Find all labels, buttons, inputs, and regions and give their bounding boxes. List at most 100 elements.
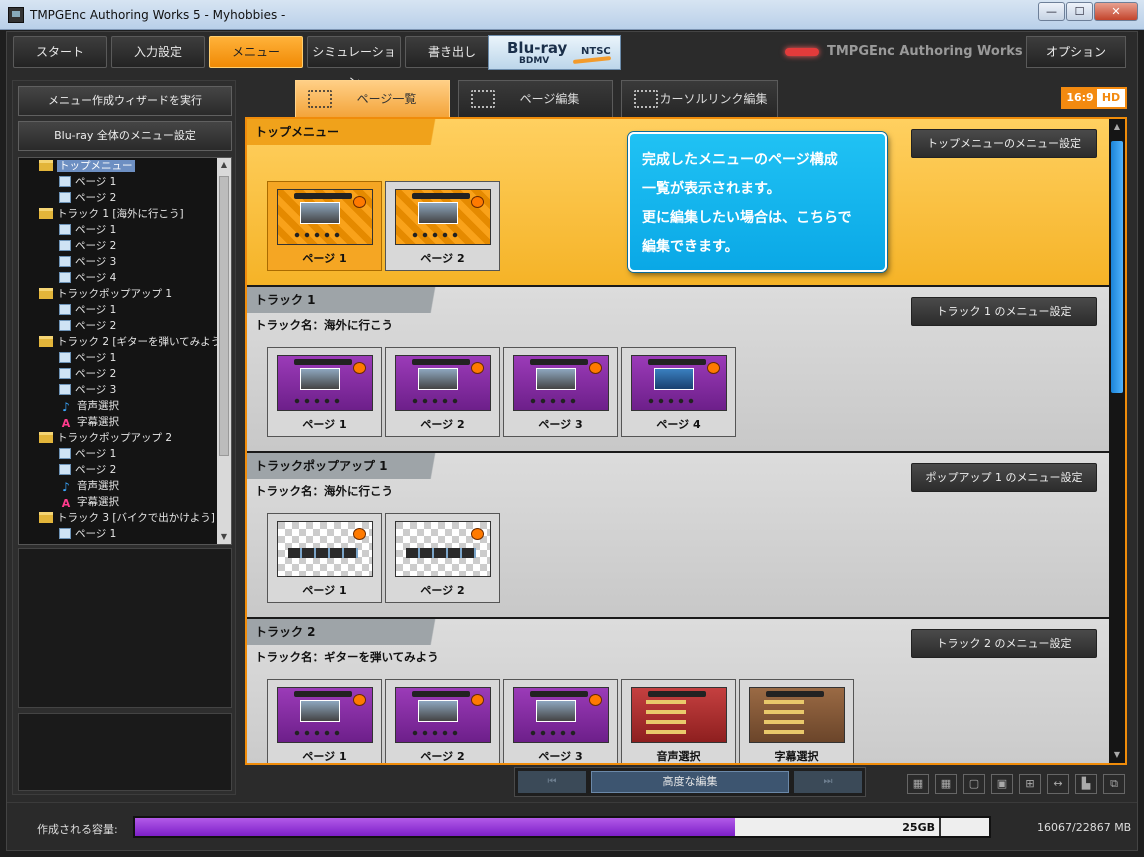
tree-node[interactable]: ページ 1	[19, 174, 217, 190]
split-icon[interactable]: ⊞	[1019, 774, 1041, 794]
section-menu-settings-button[interactable]: トップメニューのメニュー設定	[911, 129, 1097, 158]
tree-node[interactable]: トラック 3 [バイクで出かけよう]	[19, 510, 217, 526]
thumbnail-image	[513, 355, 609, 411]
tree-node[interactable]: ページ 1	[19, 222, 217, 238]
menu-buttons	[528, 398, 578, 404]
page-thumbnail[interactable]: ページ 1	[267, 679, 382, 763]
close-button[interactable]: ✕	[1094, 2, 1138, 21]
previous-page-button[interactable]: ⏮	[518, 771, 586, 793]
page-thumbnail[interactable]: ページ 1	[267, 347, 382, 437]
tree-node[interactable]: ページ 1	[19, 350, 217, 366]
tree-node[interactable]: トラック 1 [海外に行こう]	[19, 206, 217, 222]
align-icon[interactable]: ▙	[1075, 774, 1097, 794]
frame-icon[interactable]: ▣	[991, 774, 1013, 794]
tree-node[interactable]: ページ 1	[19, 526, 217, 542]
menu-buttons	[292, 398, 342, 404]
tree-node[interactable]: トラック 2 [ギターを弾いてみよう]	[19, 334, 225, 350]
tree-node[interactable]: ♪ 音声選択	[19, 478, 217, 494]
safe-area-icon[interactable]: ▢	[963, 774, 985, 794]
tree-node[interactable]: トップメニュー	[19, 158, 217, 174]
tab-page-edit[interactable]: ページ編集	[458, 80, 613, 117]
tree-node[interactable]: A 字幕選択	[19, 494, 217, 510]
menu-title-bar	[530, 691, 588, 697]
page-list-scroll-thumb[interactable]	[1111, 141, 1123, 393]
tree-node[interactable]: ページ 3	[19, 382, 217, 398]
tree-node-label: トップメニュー	[57, 160, 135, 172]
tree-node[interactable]: ページ 2	[19, 462, 217, 478]
page-thumbnail[interactable]: ページ 2	[385, 679, 500, 763]
layers-icon[interactable]: ⧉	[1103, 774, 1125, 794]
tree-node[interactable]: ♪ 音声選択	[19, 398, 217, 414]
page-thumbnail[interactable]: ページ 3	[503, 347, 618, 437]
tree-node[interactable]: ページ 3	[19, 254, 217, 270]
menu-wizard-button[interactable]: メニュー作成ウィザードを実行	[18, 86, 232, 116]
page-thumbnail[interactable]: ページ 1	[267, 181, 382, 271]
page-list-scrollbar[interactable]: ▲ ▼	[1109, 119, 1125, 763]
section-menu-settings-button[interactable]: ポップアップ 1 のメニュー設定	[911, 463, 1097, 492]
minimize-button[interactable]: —	[1038, 2, 1065, 21]
tree-node[interactable]: A 字幕選択	[19, 414, 217, 430]
scroll-down-icon[interactable]: ▼	[217, 530, 231, 544]
page-thumbnail[interactable]: ページ 4	[621, 347, 736, 437]
nav-button-3[interactable]: シミュレーション	[307, 36, 401, 89]
tree-node[interactable]: ページ 1	[19, 446, 217, 462]
page-icon	[59, 544, 71, 545]
tree-node-label: トラックポップアップ 2	[57, 432, 173, 444]
scroll-up-icon[interactable]: ▲	[217, 158, 231, 172]
video-preview	[418, 700, 458, 722]
advanced-edit-button[interactable]: 高度な編集	[591, 771, 789, 793]
page-label: ページ 2	[420, 750, 465, 763]
pumpkin-icon	[353, 196, 366, 208]
width-icon[interactable]: ↔	[1047, 774, 1069, 794]
menu-tree[interactable]: トップメニュー ページ 1 ページ 2 トラック 1 [海外に行こう] ページ 1 ページ…	[18, 157, 232, 545]
nav-button-2[interactable]: メニュー	[209, 36, 303, 68]
tree-node[interactable]: ページ 1	[19, 302, 217, 318]
tab-cursor-link-edit[interactable]: カーソルリンク編集	[621, 80, 778, 117]
folder-icon	[39, 336, 53, 347]
tree-node[interactable]: ページ 2	[19, 190, 217, 206]
page-thumbnail[interactable]: 字幕選択	[739, 679, 854, 763]
section-title: トップメニュー	[247, 119, 477, 145]
section-track-name: トラック名：ギターを弾いてみよう	[255, 650, 439, 664]
scroll-down-icon[interactable]: ▼	[1109, 747, 1125, 763]
tree-node[interactable]: ページ 1	[19, 542, 217, 545]
page-thumbnail[interactable]: ページ 2	[385, 513, 500, 603]
tree-node[interactable]: ページ 4	[19, 270, 217, 286]
section-menu-settings-button[interactable]: トラック 2 のメニュー設定	[911, 629, 1097, 658]
nav-button-4[interactable]: 書き出し	[405, 36, 499, 68]
nav-button-1[interactable]: 入力設定	[111, 36, 205, 68]
bluray-format-badge: Blu-ray BDMV NTSC	[488, 35, 621, 70]
next-page-button[interactable]: ⏭	[794, 771, 862, 793]
nav-button-0[interactable]: スタート	[13, 36, 107, 68]
tab-page-list[interactable]: ページ一覧	[295, 80, 450, 117]
scroll-up-icon[interactable]: ▲	[1109, 119, 1125, 135]
page-thumbnail[interactable]: ページ 2	[385, 347, 500, 437]
bluray-menu-settings-button[interactable]: Blu-ray 全体のメニュー設定	[18, 121, 232, 151]
page-thumbnail[interactable]: ページ 1	[267, 513, 382, 603]
grid-4-icon[interactable]: ▦	[907, 774, 929, 794]
tree-node-label: ページ 2	[75, 240, 117, 252]
tree-node[interactable]: ページ 2	[19, 318, 217, 334]
page-thumbnail[interactable]: ページ 2	[385, 181, 500, 271]
capacity-bar: 25GB	[133, 816, 991, 838]
tooltip-line: 完成したメニューのページ構成	[642, 152, 838, 168]
section-menu-settings-button[interactable]: トラック 1 のメニュー設定	[911, 297, 1097, 326]
tree-node[interactable]: ページ 2	[19, 366, 217, 382]
options-button[interactable]: オプション	[1026, 36, 1126, 68]
page-thumbnail[interactable]: 音声選択	[621, 679, 736, 763]
tree-scrollbar[interactable]: ▲ ▼	[217, 158, 231, 544]
tree-node[interactable]: ページ 2	[19, 238, 217, 254]
thumbnail-image	[277, 521, 373, 577]
page-thumbnail[interactable]: ページ 3	[503, 679, 618, 763]
pumpkin-icon	[353, 362, 366, 374]
pumpkin-icon	[471, 196, 484, 208]
menu-title-bar	[412, 193, 470, 199]
grid-9-icon[interactable]: ▦	[935, 774, 957, 794]
tree-node[interactable]: トラックポップアップ 2	[19, 430, 217, 446]
tree-scroll-thumb[interactable]	[219, 176, 229, 456]
thumbnail-image	[395, 355, 491, 411]
tree-node[interactable]: トラックポップアップ 1	[19, 286, 217, 302]
tree-node-label: ページ 2	[75, 192, 117, 204]
video-preview	[536, 368, 576, 390]
maximize-button[interactable]: ☐	[1066, 2, 1093, 21]
